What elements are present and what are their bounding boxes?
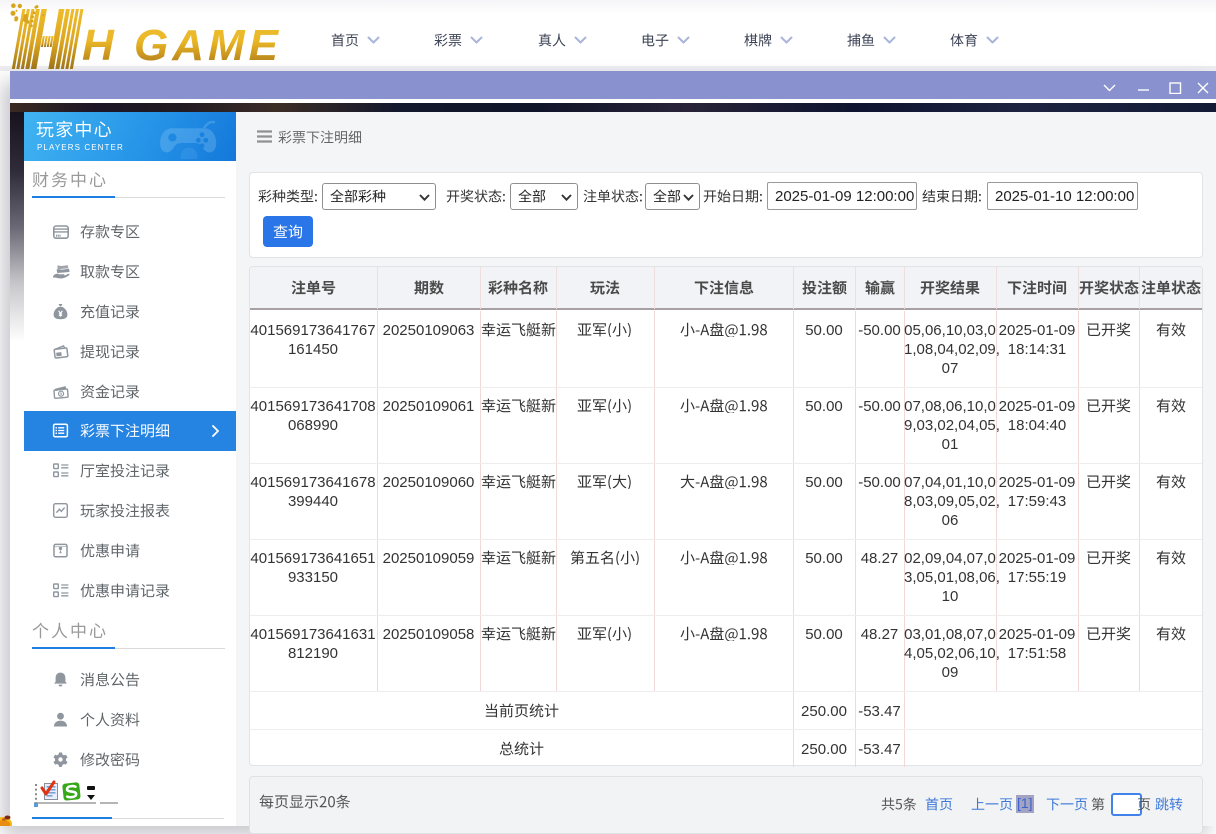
svg-text:H GAME: H GAME xyxy=(82,21,282,70)
